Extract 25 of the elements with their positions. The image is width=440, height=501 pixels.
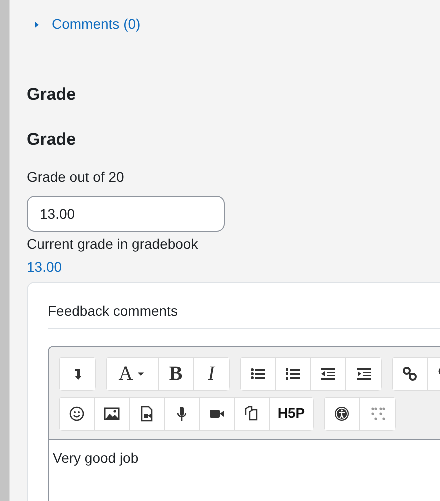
editor-text[interactable]: Very good job [49,440,440,477]
media-file-icon [139,406,155,422]
smiley-icon [69,406,85,422]
gradebook-label: Current grade in gradebook [27,234,200,254]
link-button[interactable] [393,358,428,390]
bulleted-list-button[interactable] [241,358,276,390]
grade-label: Grade out of 20 [27,168,126,187]
numbered-list-icon [285,366,301,382]
copy-icon [244,406,260,422]
smiley-button[interactable] [60,398,95,430]
feedback-title: Feedback comments [48,300,440,329]
gradebook-link[interactable]: 13.00 [27,256,62,278]
section-heading: Grade [27,85,78,106]
image-icon [104,406,120,422]
grade-heading: Grade [27,130,78,151]
comments-toggle[interactable]: Comments (0) [27,14,440,35]
bulleted-list-icon [250,366,266,382]
braille-dots-icon [370,406,386,422]
grade-input[interactable]: 13.00 [27,196,225,232]
outdent-icon [320,366,336,382]
indent-icon [356,366,372,382]
accessibility-button[interactable] [325,398,360,430]
link-icon [402,366,418,382]
accessibility-icon [334,406,350,422]
font-menu-button[interactable]: A [107,358,159,390]
